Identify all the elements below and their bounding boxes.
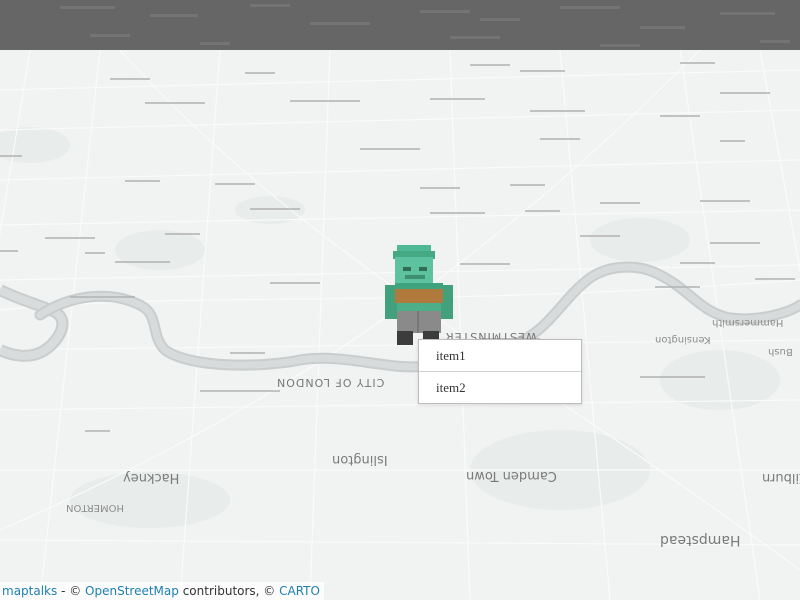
attribution-separator: - © bbox=[57, 584, 86, 598]
menu-item-1[interactable]: item1 bbox=[419, 340, 581, 371]
maptalks-link[interactable]: maptalks bbox=[2, 584, 57, 598]
context-menu: item1 item2 bbox=[418, 339, 582, 404]
voxel-character-marker[interactable] bbox=[383, 243, 463, 353]
map-label-islington: Islington bbox=[332, 452, 388, 467]
map-label-kensington: Kensington bbox=[655, 334, 711, 345]
map-horizon-sky bbox=[0, 0, 800, 50]
map-label-homerton: HOMERTON bbox=[66, 502, 125, 513]
map-label-city-of-london: CITY OF LONDON bbox=[276, 376, 385, 389]
attribution-contributors-text: contributors, © bbox=[178, 584, 280, 598]
openstreetmap-link[interactable]: OpenStreetMap bbox=[85, 584, 179, 598]
map-label-hammersmith: Hammersmith bbox=[712, 317, 784, 328]
map-attribution: maptalks - © OpenStreetMap contributors,… bbox=[0, 582, 324, 600]
map-label-hackney: Hackney bbox=[123, 470, 180, 485]
map-label-camden-town: Camden Town bbox=[466, 468, 557, 483]
map-label-bush: Bush bbox=[768, 346, 793, 357]
map-label-kilburn: Kilburn bbox=[762, 470, 800, 485]
map-view[interactable]: WESTMINSTER CITY OF LONDON Islington Cam… bbox=[0, 0, 800, 600]
menu-item-2[interactable]: item2 bbox=[419, 371, 581, 403]
map-label-hampstead: Hampstead bbox=[660, 532, 741, 548]
voxel-character-icon bbox=[385, 245, 453, 345]
carto-link[interactable]: CARTO bbox=[279, 584, 320, 598]
